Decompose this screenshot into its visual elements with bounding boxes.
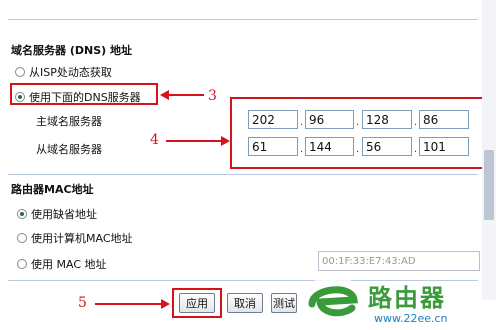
arrow-head-icon xyxy=(161,299,170,309)
radio-icon[interactable] xyxy=(15,67,25,77)
highlight-box-dns-fields xyxy=(230,97,484,169)
radio-icon[interactable] xyxy=(17,233,27,243)
section-divider xyxy=(8,174,478,175)
annotation-arrow-4 xyxy=(166,140,222,142)
dns-auto-label: 从ISP处动态获取 xyxy=(29,66,112,79)
annotation-4: 4 xyxy=(150,132,159,148)
mac-section-title: 路由器MAC地址 xyxy=(11,183,94,196)
primary-dns-octet-2[interactable] xyxy=(305,110,354,129)
mac-custom-label: 使用 MAC 地址 xyxy=(31,258,107,271)
primary-dns-octet-1[interactable] xyxy=(248,110,298,129)
arrow-head-icon xyxy=(160,90,169,100)
mac-default-label: 使用缺省地址 xyxy=(31,208,97,221)
mac-computer-option[interactable]: 使用计算机MAC地址 xyxy=(17,230,133,246)
dot-separator: . xyxy=(414,144,418,155)
dot-separator: . xyxy=(414,117,418,128)
annotation-5: 5 xyxy=(78,295,87,311)
secondary-dns-octet-4[interactable] xyxy=(419,137,469,156)
dot-separator: . xyxy=(356,117,360,128)
primary-dns-octet-4[interactable] xyxy=(419,110,469,129)
arrow-head-icon xyxy=(221,136,230,146)
annotation-3: 3 xyxy=(208,88,217,104)
watermark-brand: 路由器 xyxy=(368,284,446,312)
radio-selected-icon[interactable] xyxy=(17,209,27,219)
e-logo-icon xyxy=(301,276,365,328)
secondary-dns-octet-2[interactable] xyxy=(305,137,354,156)
cancel-button[interactable]: 取消 xyxy=(227,293,263,313)
watermark-url: www.22ee.cn xyxy=(374,312,448,325)
apply-button[interactable]: 应用 xyxy=(179,293,215,313)
scrollbar-thumb[interactable] xyxy=(484,150,494,220)
highlight-box-manual-dns xyxy=(10,83,158,105)
dns-section-title: 域名服务器 (DNS) 地址 xyxy=(11,44,132,57)
dns-auto-option[interactable]: 从ISP处动态获取 xyxy=(15,64,112,80)
mac-address-input[interactable] xyxy=(318,251,480,271)
mac-default-option[interactable]: 使用缺省地址 xyxy=(17,206,97,222)
dot-separator: . xyxy=(356,144,360,155)
secondary-dns-octet-1[interactable] xyxy=(248,137,298,156)
radio-icon[interactable] xyxy=(17,259,27,269)
secondary-dns-label: 从域名服务器 xyxy=(36,143,102,156)
dot-separator: . xyxy=(300,144,304,155)
primary-dns-label: 主域名服务器 xyxy=(36,115,102,128)
dot-separator: . xyxy=(300,117,304,128)
annotation-arrow-5 xyxy=(95,303,161,305)
mac-computer-label: 使用计算机MAC地址 xyxy=(31,232,133,245)
secondary-dns-octet-3[interactable] xyxy=(362,137,412,156)
mac-custom-option[interactable]: 使用 MAC 地址 xyxy=(17,256,107,272)
watermark-logo: 路由器 www.22ee.cn xyxy=(298,270,500,330)
annotation-arrow-3 xyxy=(168,94,204,96)
test-button[interactable]: 测试 xyxy=(271,293,297,313)
primary-dns-octet-3[interactable] xyxy=(362,110,412,129)
top-divider xyxy=(8,19,478,20)
